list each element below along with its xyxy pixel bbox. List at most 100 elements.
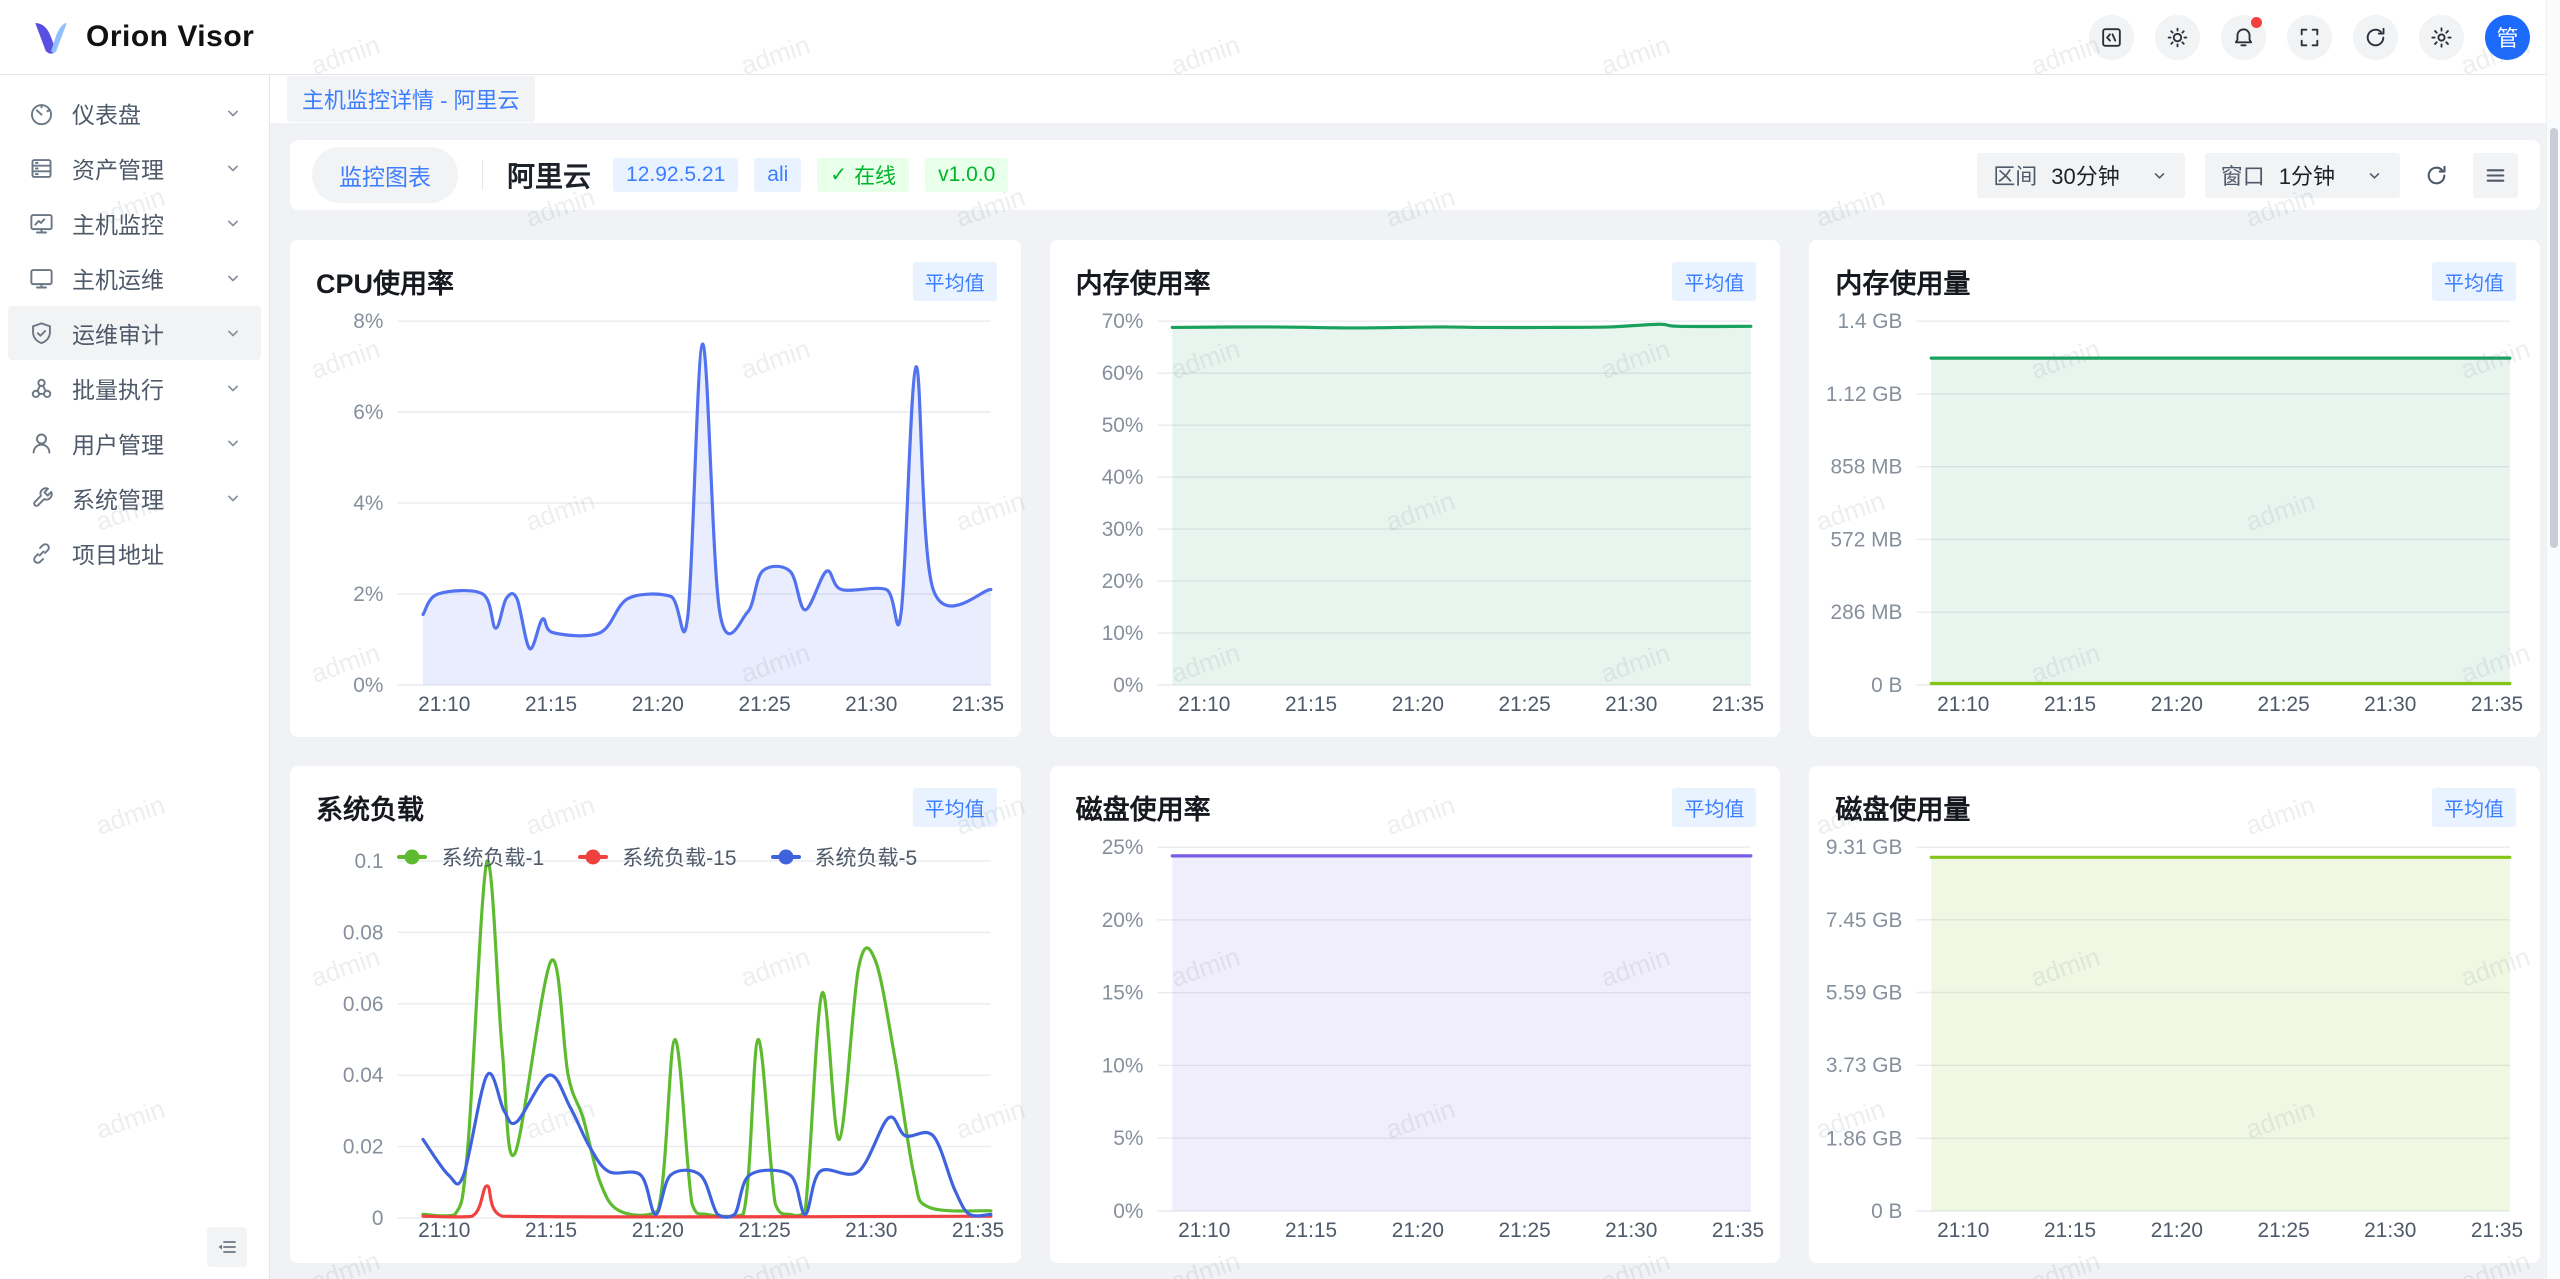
avg-value-badge[interactable]: 平均值 xyxy=(913,262,997,301)
y-tick-label: 0% xyxy=(353,674,383,697)
chart-plot-disk-usage-amount[interactable]: 9.31 GB7.45 GB5.59 GB3.73 GB1.86 GB0 B21… xyxy=(1809,830,2540,1254)
chart-plot-memory-usage-rate[interactable]: 70%60%50%40%30%20%10%0%21:1021:1521:2021… xyxy=(1050,304,1781,728)
x-tick-label: 21:35 xyxy=(1712,1219,1764,1242)
sidebar-item-label: 运维审计 xyxy=(72,316,223,350)
y-tick-label: 10% xyxy=(1101,622,1143,645)
chevron-down-icon xyxy=(223,213,243,233)
host-tag: 12.92.5.21 xyxy=(613,158,738,192)
y-tick-label: 15% xyxy=(1101,982,1143,1005)
chart-title: 内存使用率 xyxy=(1076,262,1211,301)
x-tick-label: 21:15 xyxy=(1285,693,1337,716)
y-tick-label: 858 MB xyxy=(1831,456,1903,479)
chart-plot-cpu-usage[interactable]: 8%6%4%2%0%21:1021:1521:2021:2521:3021:35 xyxy=(290,304,1021,728)
x-tick-label: 21:15 xyxy=(1285,1219,1337,1242)
avg-value-badge[interactable]: 平均值 xyxy=(2432,788,2516,827)
page-scrollbar[interactable] xyxy=(2546,0,2560,1279)
series-line xyxy=(423,861,991,1217)
link-icon xyxy=(28,540,55,567)
gear-icon xyxy=(2429,25,2454,50)
x-tick-label: 21:35 xyxy=(2471,1219,2523,1242)
y-tick-label: 70% xyxy=(1101,310,1143,333)
x-tick-label: 21:25 xyxy=(738,1219,790,1242)
scrollbar-thumb[interactable] xyxy=(2550,128,2558,548)
chart-layout-button[interactable] xyxy=(2473,153,2518,198)
code-icon xyxy=(2099,25,2124,50)
sidebar-item-label: 主机监控 xyxy=(72,206,223,240)
window-select[interactable]: 窗口 1分钟 xyxy=(2205,153,2400,198)
y-tick-label: 572 MB xyxy=(1831,528,1903,551)
avg-value-badge[interactable]: 平均值 xyxy=(913,788,997,827)
chart-plot-system-load[interactable]: 0.10.080.060.040.02021:1021:1521:2021:25… xyxy=(290,830,1021,1254)
dashboard-icon xyxy=(28,100,55,127)
sidebar-item-host-ops[interactable]: 主机运维 xyxy=(8,251,261,305)
y-tick-label: 4% xyxy=(353,492,383,515)
breadcrumb[interactable]: 主机监控详情 - 阿里云 xyxy=(287,76,535,122)
collapse-sidebar-button[interactable] xyxy=(207,1227,247,1267)
sidebar-item-link[interactable]: 项目地址 xyxy=(8,526,261,580)
refresh-icon xyxy=(2363,25,2388,50)
batch-exec-icon xyxy=(28,375,55,402)
sidebar-item-batch-exec[interactable]: 批量执行 xyxy=(8,361,261,415)
x-tick-label: 21:15 xyxy=(2044,1219,2096,1242)
asset-icon xyxy=(28,155,55,182)
bell-icon xyxy=(2231,25,2256,50)
chart-card-disk-usage-rate: 磁盘使用率 平均值 25%20%15%10%5%0%21:1021:1521:2… xyxy=(1050,766,1781,1263)
avatar-label: 管 xyxy=(2496,21,2518,53)
y-tick-label: 0.08 xyxy=(343,921,384,944)
check-icon: ✓ xyxy=(830,162,847,187)
breadcrumb-bar: 主机监控详情 - 阿里云 xyxy=(270,75,2560,123)
sidebar-menu: 仪表盘 资产管理 主机监控 主机运维 运维审计 批量执行 用户管理 系统管理 xyxy=(0,75,269,580)
y-tick-label: 0.1 xyxy=(354,850,383,873)
interval-select[interactable]: 区间 30分钟 xyxy=(1977,153,2185,198)
sidebar-item-user[interactable]: 用户管理 xyxy=(8,416,261,470)
x-tick-label: 21:10 xyxy=(418,1219,470,1242)
chevron-down-icon xyxy=(223,268,243,288)
sidebar-item-asset[interactable]: 资产管理 xyxy=(8,141,261,195)
fullscreen-button[interactable] xyxy=(2287,15,2332,60)
x-tick-label: 21:25 xyxy=(2258,1219,2310,1242)
y-tick-label: 7.45 GB xyxy=(1826,909,1903,932)
y-tick-label: 25% xyxy=(1101,836,1143,859)
reload-button[interactable] xyxy=(2353,15,2398,60)
x-tick-label: 21:30 xyxy=(1605,693,1657,716)
chart-plot-disk-usage-rate[interactable]: 25%20%15%10%5%0%21:1021:1521:2021:2521:3… xyxy=(1050,830,1781,1254)
y-tick-label: 286 MB xyxy=(1831,601,1903,624)
sidebar-item-label: 仪表盘 xyxy=(72,96,223,130)
code-button[interactable] xyxy=(2089,15,2134,60)
x-tick-label: 21:35 xyxy=(952,693,1004,716)
avg-value-badge[interactable]: 平均值 xyxy=(1672,262,1756,301)
tab-monitor-charts[interactable]: 监控图表 xyxy=(312,147,458,203)
y-tick-label: 0.06 xyxy=(343,993,384,1016)
settings-button[interactable] xyxy=(2419,15,2464,60)
series-area xyxy=(1932,857,2511,1211)
y-tick-label: 20% xyxy=(1101,570,1143,593)
sidebar-item-monitor-chart[interactable]: 主机监控 xyxy=(8,196,261,250)
x-tick-label: 21:10 xyxy=(1938,1219,1990,1242)
sidebar-item-label: 系统管理 xyxy=(72,481,223,515)
chart-title: CPU使用率 xyxy=(316,262,454,301)
host-name: 阿里云 xyxy=(507,155,591,195)
user-avatar[interactable]: 管 xyxy=(2485,15,2530,60)
x-tick-label: 21:30 xyxy=(2364,1219,2416,1242)
y-tick-label: 1.4 GB xyxy=(1838,310,1903,333)
logo-icon xyxy=(30,16,72,58)
sidebar-item-dashboard[interactable]: 仪表盘 xyxy=(8,86,261,140)
y-tick-label: 8% xyxy=(353,310,383,333)
x-tick-label: 21:15 xyxy=(525,1219,577,1242)
notifications-button[interactable] xyxy=(2221,15,2266,60)
sidebar-item-wrench[interactable]: 系统管理 xyxy=(8,471,261,525)
host-ops-icon xyxy=(28,265,55,292)
refresh-charts-button[interactable] xyxy=(2414,153,2459,198)
y-tick-label: 0 B xyxy=(1871,674,1902,697)
chart-card-disk-usage-amount: 磁盘使用量 平均值 9.31 GB7.45 GB5.59 GB3.73 GB1.… xyxy=(1809,766,2540,1263)
host-tag: v1.0.0 xyxy=(925,158,1008,192)
sidebar-item-audit-shield[interactable]: 运维审计 xyxy=(8,306,261,360)
theme-button[interactable] xyxy=(2155,15,2200,60)
chart-plot-memory-usage-amount[interactable]: 1.4 GB1.12 GB858 MB572 MB286 MB0 B21:102… xyxy=(1809,304,2540,728)
fullscreen-icon xyxy=(2297,25,2322,50)
chevron-down-icon xyxy=(223,433,243,453)
avg-value-badge[interactable]: 平均值 xyxy=(1672,788,1756,827)
x-tick-label: 21:20 xyxy=(632,693,684,716)
x-tick-label: 21:20 xyxy=(632,1219,684,1242)
avg-value-badge[interactable]: 平均值 xyxy=(2432,262,2516,301)
